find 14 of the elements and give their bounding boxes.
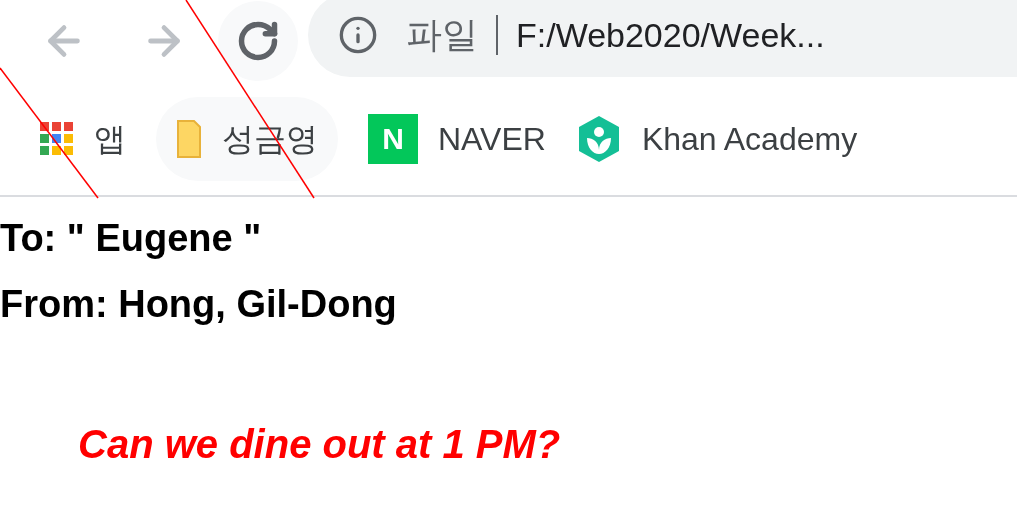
naver-logo-icon: N (368, 113, 418, 164)
apps-grid-icon (40, 121, 74, 156)
url-text: F:/Web2020/Week... (516, 14, 825, 56)
address-bar[interactable]: 파일 F:/Web2020/Week... (308, 0, 1017, 77)
from-line: From: Hong, Gil-Dong (0, 282, 397, 327)
bookmark-item[interactable]: Khan Academy (575, 96, 858, 181)
message-text: Can we dine out at 1 PM? (78, 421, 561, 468)
bookmark-item[interactable]: 앱 (40, 96, 126, 181)
info-icon (338, 15, 378, 55)
scheme-label: 파일 (406, 13, 478, 57)
bookmark-item[interactable]: N NAVER (368, 96, 546, 181)
folder-icon (176, 118, 202, 159)
to-line: To: " Eugene " (0, 216, 262, 261)
reload-icon (236, 19, 280, 63)
